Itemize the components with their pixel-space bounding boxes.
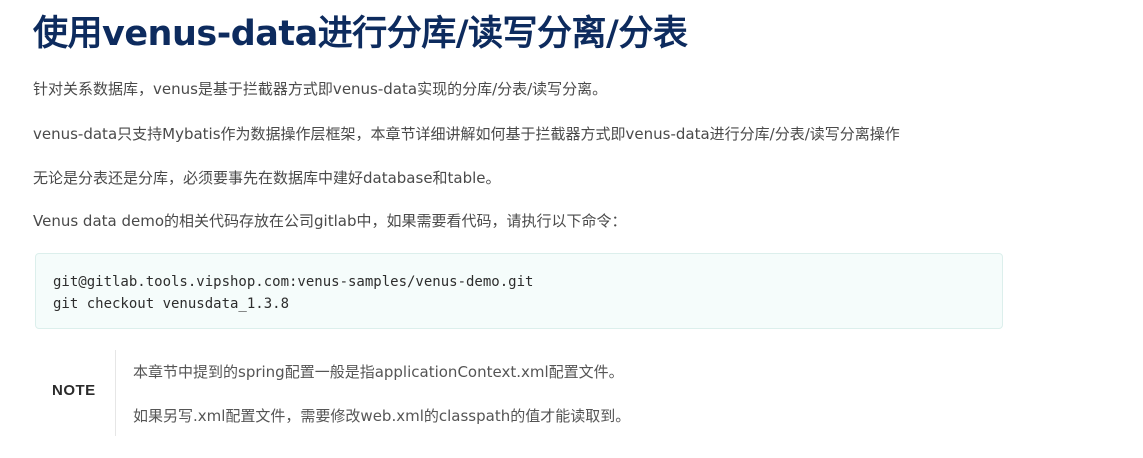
code-line-checkout[interactable]: git checkout venusdata_1.3.8 [53,293,985,315]
page-title: 使用venus-data进行分库/读写分离/分表 [33,14,688,54]
code-line-repo[interactable]: git@gitlab.tools.vipshop.com:venus-sampl… [53,271,985,293]
code-block[interactable]: git@gitlab.tools.vipshop.com:venus-sampl… [35,253,1003,329]
note-label: NOTE [52,382,96,399]
demo-paragraph: Venus data demo的相关代码存放在公司gitlab中，如果需要看代码… [33,212,627,230]
intro-paragraph: 针对关系数据库，venus是基于拦截器方式即venus-data实现的分库/分表… [33,80,608,98]
prerequisite-paragraph: 无论是分表还是分库，必须要事先在数据库中建好database和table。 [33,169,501,187]
framework-paragraph: venus-data只支持Mybatis作为数据操作层框架，本章节详细讲解如何基… [33,125,900,143]
note-divider [115,350,116,436]
note-line-spring-config: 本章节中提到的spring配置一般是指applicationContext.xm… [133,363,624,381]
note-line-web-xml: 如果另写.xml配置文件，需要修改web.xml的classpath的值才能读取… [133,407,631,425]
note-callout: NOTE 本章节中提到的spring配置一般是指applicationConte… [33,350,1005,436]
